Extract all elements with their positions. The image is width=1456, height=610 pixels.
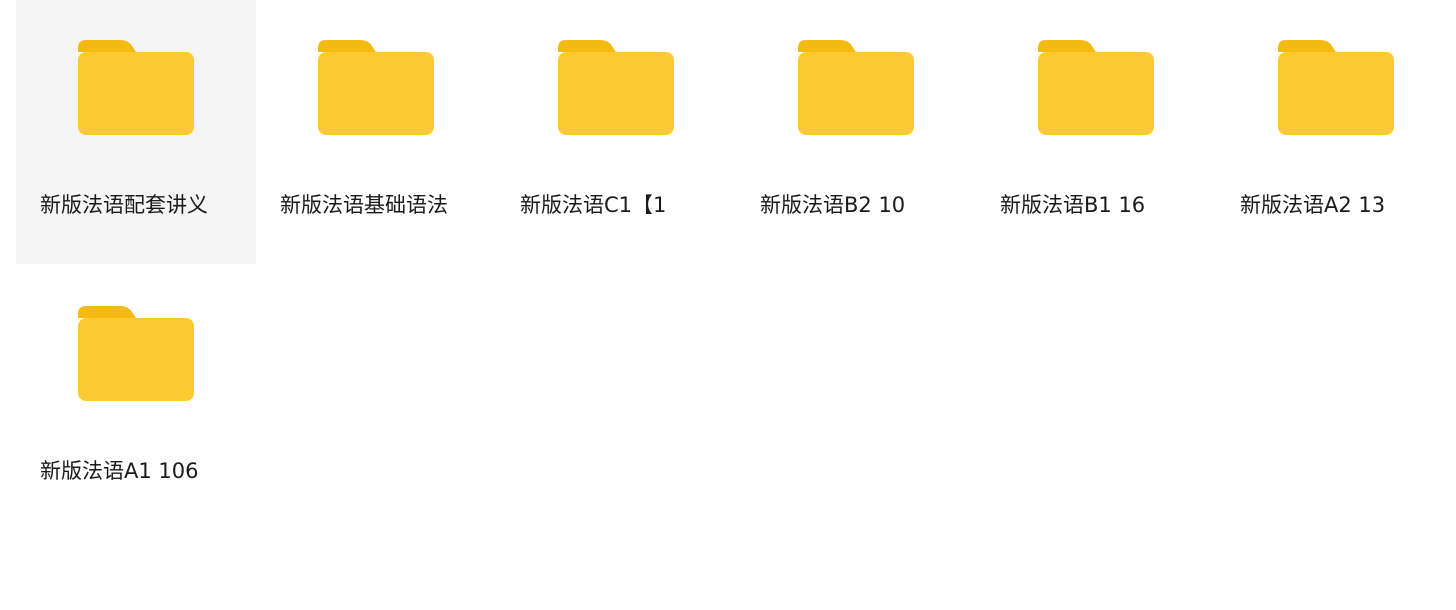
folder-item[interactable]: 新版法语C1【1 <box>496 0 736 264</box>
folder-item[interactable]: 新版法语配套讲义 <box>16 0 256 264</box>
folder-icon <box>78 306 194 401</box>
folder-name: 新版法语B1 16 <box>1000 193 1146 217</box>
folder-icon <box>1278 40 1394 135</box>
folder-item[interactable]: 新版法语B1 16 <box>976 0 1216 264</box>
folder-grid: 新版法语配套讲义 新版法语基础语法 新版法语C1【1 新版法语B2 10 新版法… <box>16 0 1456 530</box>
folder-item[interactable]: 新版法语A1 106 <box>16 266 256 530</box>
folder-icon <box>798 40 914 135</box>
folder-name: 新版法语基础语法 <box>280 193 448 217</box>
folder-icon <box>1038 40 1154 135</box>
folder-icon <box>78 40 194 135</box>
folder-item[interactable]: 新版法语A2 13 <box>1216 0 1456 264</box>
folder-item[interactable]: 新版法语基础语法 <box>256 0 496 264</box>
folder-name: 新版法语A1 106 <box>40 459 199 483</box>
folder-icon <box>318 40 434 135</box>
folder-name: 新版法语配套讲义 <box>40 193 208 217</box>
folder-name: 新版法语C1【1 <box>520 193 667 217</box>
folder-name: 新版法语A2 13 <box>1240 193 1386 217</box>
folder-item[interactable]: 新版法语B2 10 <box>736 0 976 264</box>
folder-icon <box>558 40 674 135</box>
folder-name: 新版法语B2 10 <box>760 193 906 217</box>
